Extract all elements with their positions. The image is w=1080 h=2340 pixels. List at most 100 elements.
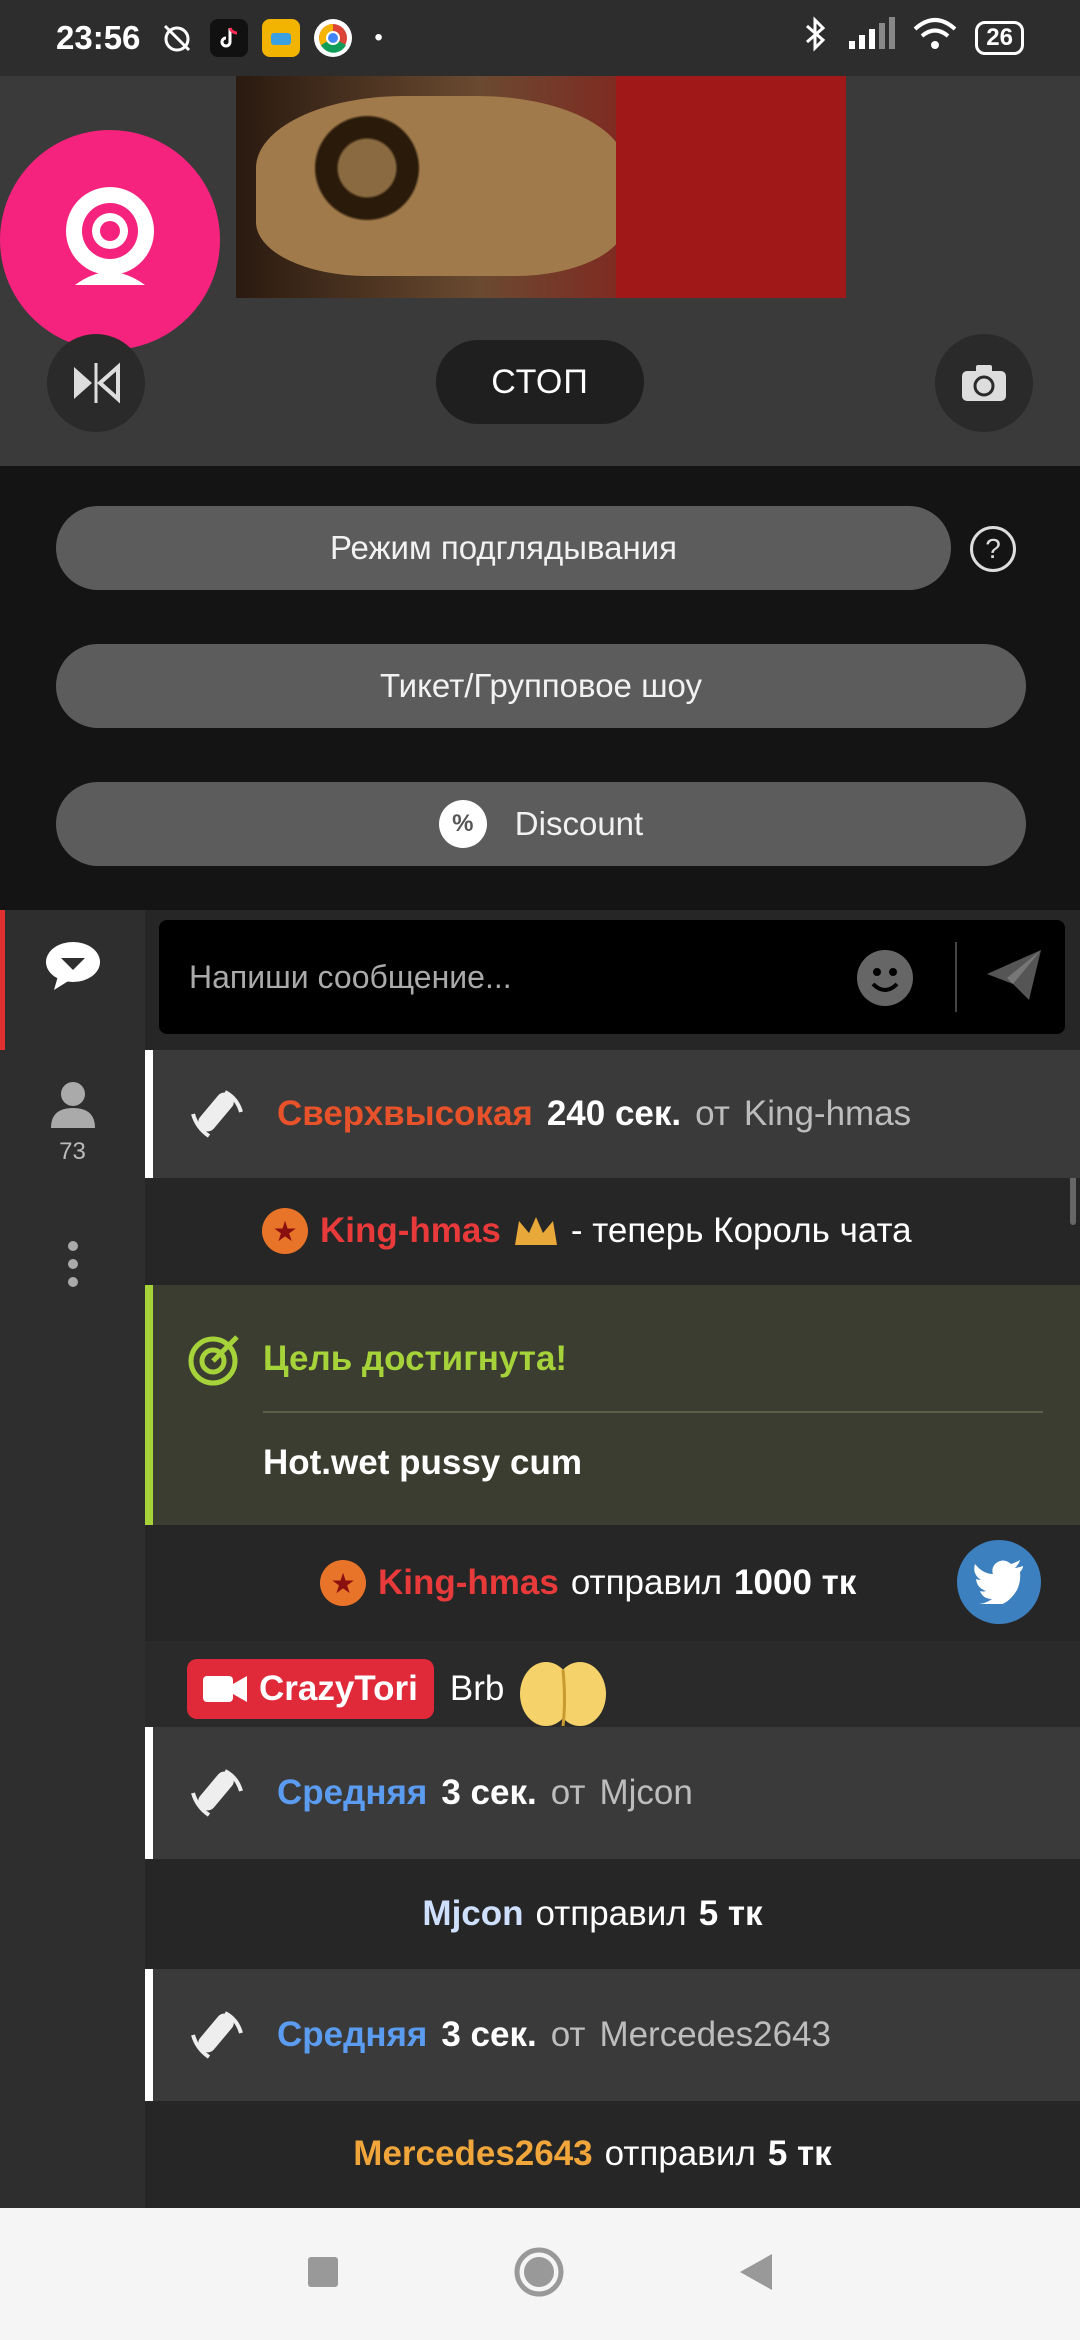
bluetooth-icon bbox=[803, 16, 829, 60]
peek-mode-button[interactable]: Режим подглядывания bbox=[56, 506, 951, 590]
message-composer bbox=[159, 920, 1065, 1034]
muted-alarm-icon bbox=[158, 19, 196, 57]
from-word: от bbox=[695, 1094, 730, 1133]
chat-panel: Сверхвысокая 240 сек. от King-hmas ★ Kin… bbox=[145, 910, 1080, 2208]
home-circle-icon bbox=[514, 2247, 564, 2296]
composer-divider bbox=[955, 942, 957, 1012]
goal-reached-message: Цель достигнута! Hot.wet pussy cum bbox=[145, 1285, 1080, 1525]
emoji-icon[interactable] bbox=[857, 950, 913, 1006]
tip-duration: 240 сек. bbox=[546, 1094, 682, 1133]
back-button[interactable] bbox=[738, 2252, 774, 2297]
app-root: 23:56 • 26 СТОП Режим подглядывания ? Ти… bbox=[0, 0, 1080, 2340]
tip-amount: 1000 тк bbox=[734, 1563, 857, 1602]
from-word: от bbox=[550, 1773, 586, 1812]
vibration-icon bbox=[191, 1090, 243, 1138]
video-content bbox=[256, 96, 626, 276]
mirror-icon bbox=[74, 362, 120, 404]
stop-button[interactable]: СТОП bbox=[436, 340, 644, 424]
message-user[interactable]: King-hmas bbox=[320, 1211, 501, 1251]
tip-menu-message: Средняя 3 сек. от Mercedes2643 bbox=[145, 1969, 1080, 2101]
tip-duration: 3 сек. bbox=[441, 2015, 537, 2054]
tip-amount: 5 тк bbox=[698, 1894, 763, 1933]
discount-icon: % bbox=[438, 800, 487, 848]
goal-header: Цель достигнута! bbox=[187, 1331, 567, 1387]
tip-level: Средняя bbox=[277, 1773, 428, 1812]
wifi-icon bbox=[913, 17, 957, 59]
model-message: CrazyTori Brb bbox=[145, 1641, 1080, 1737]
message-text: - теперь Король чата bbox=[570, 1211, 912, 1250]
goal-title: Цель достигнута! bbox=[263, 1339, 568, 1378]
chat-bubble-icon bbox=[45, 942, 100, 990]
tip-level: Средняя bbox=[277, 2015, 428, 2054]
home-button[interactable] bbox=[513, 2246, 565, 2303]
webcam-logo-icon[interactable] bbox=[0, 130, 220, 350]
chat-sidebar: 73 bbox=[0, 910, 145, 2208]
show-options-panel: Режим подглядывания ? Тикет/Групповое шо… bbox=[0, 466, 1080, 910]
crown-icon bbox=[514, 1217, 557, 1245]
message-user[interactable]: Mercedes2643 bbox=[599, 2015, 831, 2055]
battery-icon: 26 bbox=[975, 21, 1024, 55]
model-badge[interactable]: CrazyTori bbox=[187, 1659, 434, 1719]
video-stream[interactable] bbox=[236, 76, 846, 298]
message-text: Brb bbox=[449, 1669, 505, 1708]
switch-camera-button[interactable] bbox=[935, 334, 1033, 432]
vibration-icon bbox=[191, 2011, 243, 2059]
signal-icon bbox=[847, 17, 896, 59]
message-user: CrazyTori bbox=[259, 1669, 418, 1708]
message-input[interactable] bbox=[189, 958, 829, 996]
app-icon bbox=[262, 19, 301, 57]
notification-dot-icon: • bbox=[374, 24, 383, 51]
back-triangle-icon bbox=[739, 2253, 772, 2290]
more-menu-button[interactable] bbox=[0, 1240, 145, 1288]
tip-message: ★ King-hmas отправил 1000 тк bbox=[145, 1525, 1080, 1641]
ticket-show-label: Тикет/Групповое шоу bbox=[379, 667, 703, 704]
vibration-icon bbox=[191, 1769, 243, 1817]
tip-amount: 5 тк bbox=[767, 2134, 832, 2173]
tip-duration: 3 сек. bbox=[441, 1773, 537, 1812]
ticket-show-button[interactable]: Тикет/Групповое шоу bbox=[56, 644, 1026, 728]
tab-users[interactable]: 73 bbox=[0, 1080, 145, 1166]
message-user[interactable]: Mjcon bbox=[422, 1894, 523, 1934]
user-icon bbox=[50, 1082, 95, 1128]
video-content-bg bbox=[616, 76, 846, 298]
battery-level: 26 bbox=[986, 24, 1013, 51]
message-user[interactable]: King-hmas bbox=[744, 1094, 911, 1134]
peach-emoji-icon bbox=[520, 1662, 607, 1727]
message-verb: отправил bbox=[570, 1563, 723, 1602]
help-icon[interactable]: ? bbox=[970, 526, 1016, 572]
goal-divider bbox=[263, 1411, 1043, 1413]
recent-apps-button[interactable] bbox=[306, 2255, 340, 2294]
square-icon bbox=[308, 2256, 339, 2287]
discount-button[interactable]: % Discount bbox=[56, 782, 1026, 866]
star-icon: ★ bbox=[320, 1560, 366, 1606]
mirror-button[interactable] bbox=[47, 334, 145, 432]
peek-mode-label: Режим подглядывания bbox=[329, 529, 678, 566]
target-icon bbox=[188, 1335, 239, 1386]
tip-message: Mjcon отправил 5 тк bbox=[145, 1859, 1080, 1969]
status-time: 23:56 bbox=[56, 19, 141, 56]
tip-level: Сверхвысокая bbox=[277, 1094, 533, 1133]
goal-text: Hot.wet pussy cum bbox=[263, 1443, 582, 1482]
chrome-icon bbox=[314, 19, 353, 57]
more-vertical-icon bbox=[67, 1241, 78, 1287]
users-count: 73 bbox=[59, 1138, 86, 1165]
switch-camera-icon bbox=[962, 365, 1006, 401]
message-verb: отправил bbox=[604, 2134, 756, 2173]
tip-message: Mercedes2643 отправил 5 тк bbox=[145, 2101, 1080, 2207]
king-message: ★ King-hmas - теперь Король чата bbox=[145, 1178, 1080, 1284]
tip-menu-message: Сверхвысокая 240 сек. от King-hmas bbox=[145, 1050, 1080, 1178]
message-user[interactable]: King-hmas bbox=[378, 1563, 559, 1603]
twitter-icon[interactable] bbox=[957, 1540, 1041, 1624]
tab-chat[interactable] bbox=[0, 940, 145, 992]
tip-menu-message: Средняя 3 сек. от Mjcon bbox=[145, 1727, 1080, 1859]
message-verb: отправил bbox=[535, 1894, 687, 1933]
message-user[interactable]: Mjcon bbox=[599, 1773, 692, 1813]
send-icon[interactable] bbox=[985, 948, 1043, 1007]
video-camera-icon bbox=[203, 1676, 247, 1702]
message-user[interactable]: Mercedes2643 bbox=[353, 2134, 592, 2174]
status-bar: 23:56 • 26 bbox=[0, 0, 1080, 76]
discount-label: Discount bbox=[514, 805, 644, 842]
star-icon: ★ bbox=[262, 1208, 308, 1254]
from-word: от bbox=[550, 2015, 586, 2054]
system-nav-bar bbox=[0, 2208, 1080, 2340]
